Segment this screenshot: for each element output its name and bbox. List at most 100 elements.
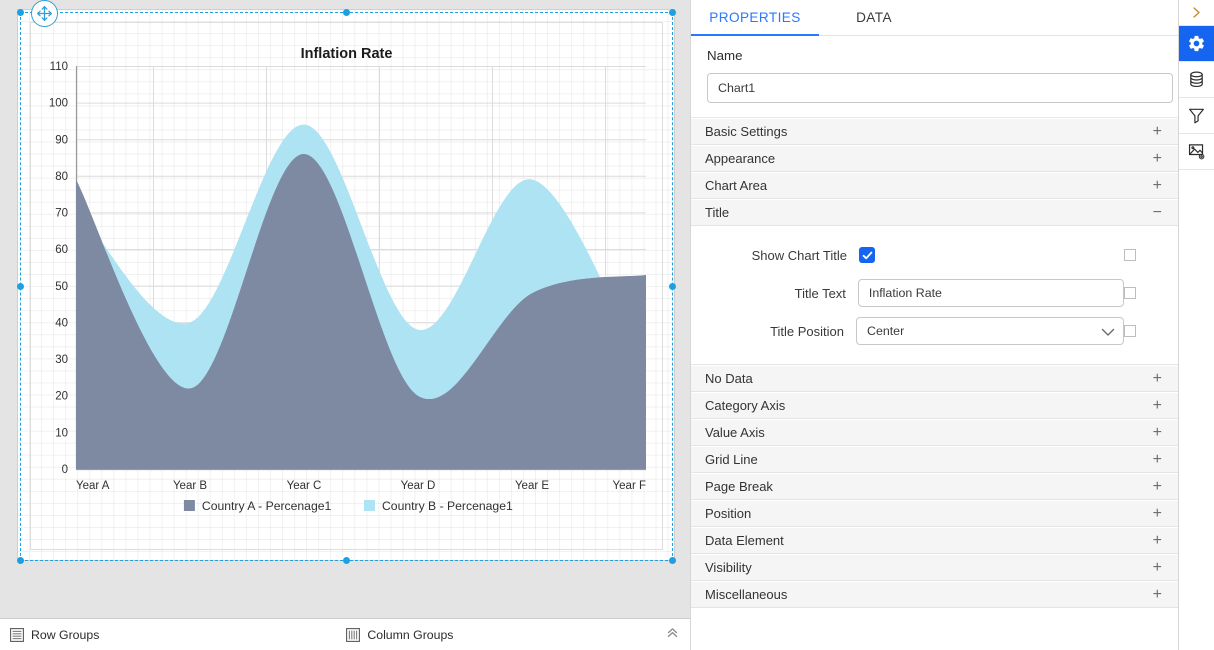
column-groups-button[interactable]: Column Groups (346, 628, 453, 642)
chart-title: Inflation Rate (300, 46, 393, 62)
category-axis-tick: Year A (76, 480, 110, 492)
value-axis-tick: 20 (55, 391, 68, 403)
category-axis-tick: Year F (613, 480, 646, 492)
section-label: Basic Settings (705, 124, 788, 139)
title-text-input[interactable] (857, 279, 1124, 307)
chart-legend: Country A - Percenage1 Country B - Percen… (183, 499, 513, 513)
section-chart-area[interactable]: Chart Area + (691, 172, 1178, 199)
section-miscellaneous[interactable]: Miscellaneous + (691, 581, 1178, 608)
collapse-toggle-icon[interactable]: − (1153, 204, 1164, 221)
legend-swatch (364, 500, 375, 511)
section-label: Data Element (705, 533, 784, 548)
field-title-position: Title Position Center (691, 312, 1178, 350)
row-groups-icon (10, 627, 24, 642)
expand-toggle-icon[interactable]: + (1153, 532, 1164, 549)
chevron-double-up-icon[interactable] (666, 626, 679, 641)
column-groups-label: Column Groups (367, 627, 454, 642)
section-label: Position (705, 506, 752, 521)
tab-properties[interactable]: PROPERTIES (691, 0, 819, 36)
value-axis-tick: 100 (49, 98, 68, 110)
expand-toggle-icon[interactable]: + (1153, 123, 1164, 140)
chevron-right-icon[interactable] (1179, 0, 1214, 26)
expand-toggle-icon[interactable]: + (1153, 478, 1164, 495)
section-label: Miscellaneous (705, 587, 788, 602)
section-grid-line[interactable]: Grid Line + (691, 446, 1178, 473)
section-label: Value Axis (705, 425, 765, 440)
title-text-expression-checkbox[interactable] (1124, 287, 1136, 299)
database-glyph (1190, 71, 1203, 88)
image-settings-icon[interactable] (1179, 134, 1214, 170)
expand-toggle-icon[interactable]: + (1153, 370, 1164, 387)
value-axis-tick: 60 (55, 244, 68, 256)
section-no-data[interactable]: No Data + (691, 365, 1178, 392)
design-surface[interactable]: Inflation Rate 0 10 20 30 40 50 60 70 80… (0, 0, 690, 650)
section-value-axis[interactable]: Value Axis + (691, 419, 1178, 446)
image-settings-glyph (1188, 144, 1205, 160)
expand-toggle-icon[interactable]: + (1153, 150, 1164, 167)
show-chart-title-checkbox[interactable] (859, 247, 875, 263)
name-block: Name (691, 36, 1178, 118)
section-data-element[interactable]: Data Element + (691, 527, 1178, 554)
value-axis-tick: 90 (55, 134, 68, 146)
expand-toggle-icon[interactable]: + (1153, 424, 1164, 441)
expand-toggle-icon[interactable]: + (1153, 177, 1164, 194)
chart-plot-svg: 0102030405060708090100110 Year A Year B Ye… (49, 61, 646, 513)
database-icon[interactable] (1179, 62, 1214, 98)
section-page-break[interactable]: Page Break + (691, 473, 1178, 500)
filter-funnel-icon[interactable] (1179, 98, 1214, 134)
section-label: Grid Line (705, 452, 758, 467)
section-label: No Data (705, 371, 753, 386)
category-axis-tick: Year D (401, 480, 436, 492)
expand-toggle-icon[interactable]: + (1153, 505, 1164, 522)
value-axis-tick: 50 (55, 281, 68, 293)
title-position-value: Center (867, 324, 905, 338)
value-axis-tick: 40 (55, 317, 68, 329)
title-position-label: Title Position (770, 323, 844, 339)
show-chart-title-label: Show Chart Title (751, 247, 847, 263)
section-title[interactable]: Title − (691, 199, 1178, 226)
check-icon (862, 251, 872, 259)
title-position-expression-checkbox[interactable] (1124, 325, 1136, 337)
groups-bar: Row Groups Column Groups (0, 618, 690, 650)
show-chart-title-expression-checkbox[interactable] (1124, 249, 1136, 261)
expand-toggle-icon[interactable]: + (1153, 451, 1164, 468)
section-label: Chart Area (705, 178, 768, 193)
section-label: Title (705, 205, 730, 220)
column-groups-icon (346, 627, 361, 642)
expand-toggle-icon[interactable]: + (1153, 397, 1164, 414)
panel-tabs: PROPERTIES DATA (691, 0, 1178, 36)
row-groups-label: Row Groups (31, 627, 100, 642)
category-axis-tick: Year C (287, 480, 322, 492)
row-groups-button[interactable]: Row Groups (10, 628, 99, 642)
tool-icon-rail (1178, 0, 1214, 650)
title-section-body: Show Chart Title Title Text Title Positi… (691, 226, 1178, 365)
legend-swatch (183, 500, 195, 511)
section-label: Page Break (705, 479, 773, 494)
move-cross-icon[interactable] (31, 0, 58, 27)
value-axis-tick: 0 (62, 464, 68, 476)
gear-icon[interactable] (1179, 26, 1214, 62)
expand-toggle-icon[interactable]: + (1153, 586, 1164, 603)
section-position[interactable]: Position + (691, 500, 1178, 527)
section-basic-settings[interactable]: Basic Settings + (691, 118, 1178, 145)
section-visibility[interactable]: Visibility + (691, 554, 1178, 581)
section-category-axis[interactable]: Category Axis + (691, 392, 1178, 419)
legend-label: Country A - Percenage1 (202, 499, 332, 513)
expand-toggle-icon[interactable]: + (1153, 559, 1164, 576)
title-text-label: Title Text (794, 285, 846, 301)
properties-panel: PROPERTIES DATA Name Basic Settings + Ap… (690, 0, 1178, 650)
chart-visual[interactable]: Inflation Rate 0 10 20 30 40 50 60 70 80… (20, 12, 673, 561)
section-label: Visibility (705, 560, 752, 575)
name-input[interactable] (707, 73, 1173, 103)
value-axis-tick: 10 (55, 427, 68, 439)
title-position-select[interactable]: Center (856, 317, 1124, 345)
legend-label: Country B - Percenage1 (382, 499, 513, 513)
category-axis-tick: Year B (173, 480, 207, 492)
tab-data[interactable]: DATA (819, 0, 929, 35)
value-axis-tick: 70 (55, 208, 68, 220)
move-cross-glyph (37, 6, 52, 21)
filter-funnel-glyph (1189, 108, 1204, 124)
report-designer-window: Inflation Rate 0 10 20 30 40 50 60 70 80… (0, 0, 1214, 650)
section-label: Category Axis (705, 398, 786, 413)
section-appearance[interactable]: Appearance + (691, 145, 1178, 172)
